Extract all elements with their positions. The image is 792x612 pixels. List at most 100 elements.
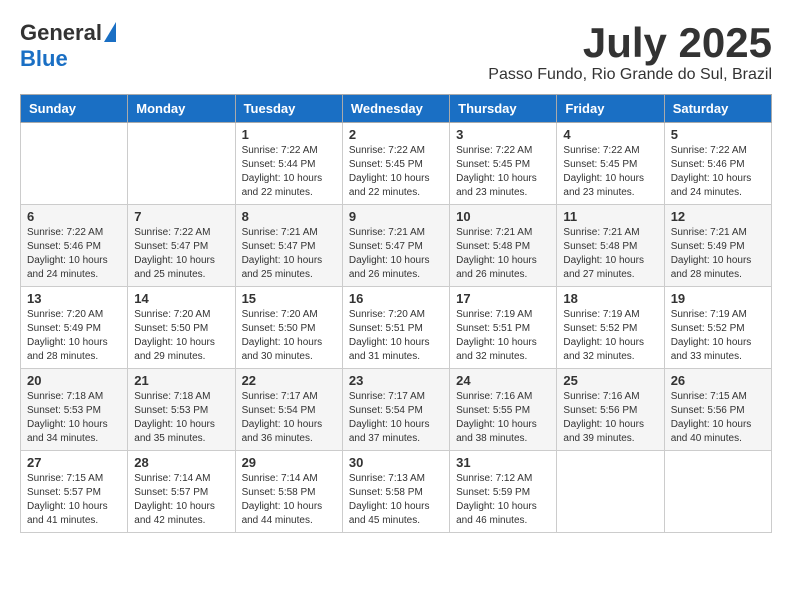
day-number: 20 — [27, 373, 121, 388]
calendar-cell: 10 Sunrise: 7:21 AM Sunset: 5:48 PM Dayli… — [450, 205, 557, 287]
day-info: Sunrise: 7:22 AM Sunset: 5:45 PM Dayligh… — [456, 144, 550, 200]
calendar-cell: 22Sunrise: 7:17 AM Sunset: 5:54 PM Dayli… — [235, 369, 342, 451]
day-number: 27 — [27, 455, 121, 470]
day-info: Sunrise: 7:21 AM Sunset: 5:47 PM Dayligh… — [242, 226, 336, 282]
day-number: 7 — [134, 209, 228, 224]
logo-general: General — [20, 20, 102, 46]
weekday-header-tuesday: Tuesday — [235, 95, 342, 123]
day-info: Sunrise: 7:20 AM Sunset: 5:49 PM Dayligh… — [27, 308, 121, 364]
calendar-week-row: 6 Sunrise: 7:22 AM Sunset: 5:46 PM Daylig… — [21, 205, 772, 287]
day-info: Sunrise: 7:21 AM Sunset: 5:49 PM Dayligh… — [671, 226, 765, 282]
day-number: 6 — [27, 209, 121, 224]
day-info: Sunrise: 7:19 AM Sunset: 5:52 PM Dayligh… — [563, 308, 657, 364]
day-number: 30 — [349, 455, 443, 470]
day-number: 13 — [27, 291, 121, 306]
calendar-cell: 11 Sunrise: 7:21 AM Sunset: 5:48 PM Dayli… — [557, 205, 664, 287]
day-info: Sunrise: 7:22 AM Sunset: 5:46 PM Dayligh… — [671, 144, 765, 200]
day-info: Sunrise: 7:19 AM Sunset: 5:51 PM Dayligh… — [456, 308, 550, 364]
calendar-table: SundayMondayTuesdayWednesdayThursdayFrid… — [20, 94, 772, 533]
page-header: General Blue July 2025 Passo Fundo, Rio … — [20, 20, 772, 84]
calendar-cell: 6 Sunrise: 7:22 AM Sunset: 5:46 PM Daylig… — [21, 205, 128, 287]
day-info: Sunrise: 7:20 AM Sunset: 5:50 PM Dayligh… — [134, 308, 228, 364]
day-info: Sunrise: 7:21 AM Sunset: 5:48 PM Dayligh… — [456, 226, 550, 282]
day-info: Sunrise: 7:20 AM Sunset: 5:50 PM Dayligh… — [242, 308, 336, 364]
day-info: Sunrise: 7:18 AM Sunset: 5:53 PM Dayligh… — [134, 390, 228, 446]
weekday-header-sunday: Sunday — [21, 95, 128, 123]
logo-triangle-icon — [104, 22, 116, 42]
logo-blue: Blue — [20, 46, 68, 72]
day-number: 14 — [134, 291, 228, 306]
day-number: 21 — [134, 373, 228, 388]
calendar-cell: 29Sunrise: 7:14 AM Sunset: 5:58 PM Dayli… — [235, 451, 342, 533]
calendar-cell: 17 Sunrise: 7:19 AM Sunset: 5:51 PM Dayli… — [450, 287, 557, 369]
day-number: 2 — [349, 127, 443, 142]
calendar-cell — [128, 123, 235, 205]
calendar-cell: 16Sunrise: 7:20 AM Sunset: 5:51 PM Dayli… — [342, 287, 449, 369]
calendar-cell: 25 Sunrise: 7:16 AM Sunset: 5:56 PM Dayli… — [557, 369, 664, 451]
day-info: Sunrise: 7:19 AM Sunset: 5:52 PM Dayligh… — [671, 308, 765, 364]
calendar-cell: 19Sunrise: 7:19 AM Sunset: 5:52 PM Dayli… — [664, 287, 771, 369]
calendar-week-row: 1 Sunrise: 7:22 AM Sunset: 5:44 PM Daylig… — [21, 123, 772, 205]
day-number: 28 — [134, 455, 228, 470]
day-info: Sunrise: 7:22 AM Sunset: 5:46 PM Dayligh… — [27, 226, 121, 282]
day-number: 3 — [456, 127, 550, 142]
calendar-cell: 8 Sunrise: 7:21 AM Sunset: 5:47 PM Daylig… — [235, 205, 342, 287]
day-number: 17 — [456, 291, 550, 306]
day-number: 5 — [671, 127, 765, 142]
day-info: Sunrise: 7:22 AM Sunset: 5:44 PM Dayligh… — [242, 144, 336, 200]
calendar-cell: 31 Sunrise: 7:12 AM Sunset: 5:59 PM Dayli… — [450, 451, 557, 533]
calendar-cell: 15Sunrise: 7:20 AM Sunset: 5:50 PM Dayli… — [235, 287, 342, 369]
calendar-week-row: 27Sunrise: 7:15 AM Sunset: 5:57 PM Dayli… — [21, 451, 772, 533]
day-number: 26 — [671, 373, 765, 388]
location-title: Passo Fundo, Rio Grande do Sul, Brazil — [488, 66, 772, 84]
day-info: Sunrise: 7:16 AM Sunset: 5:56 PM Dayligh… — [563, 390, 657, 446]
day-number: 12 — [671, 209, 765, 224]
day-info: Sunrise: 7:21 AM Sunset: 5:48 PM Dayligh… — [563, 226, 657, 282]
weekday-header-saturday: Saturday — [664, 95, 771, 123]
day-info: Sunrise: 7:22 AM Sunset: 5:47 PM Dayligh… — [134, 226, 228, 282]
day-number: 11 — [563, 209, 657, 224]
calendar-cell: 3 Sunrise: 7:22 AM Sunset: 5:45 PM Daylig… — [450, 123, 557, 205]
calendar-cell: 23Sunrise: 7:17 AM Sunset: 5:54 PM Dayli… — [342, 369, 449, 451]
day-number: 31 — [456, 455, 550, 470]
calendar-cell — [21, 123, 128, 205]
calendar-cell: 18 Sunrise: 7:19 AM Sunset: 5:52 PM Dayli… — [557, 287, 664, 369]
day-info: Sunrise: 7:15 AM Sunset: 5:56 PM Dayligh… — [671, 390, 765, 446]
calendar-cell: 12 Sunrise: 7:21 AM Sunset: 5:49 PM Dayli… — [664, 205, 771, 287]
day-info: Sunrise: 7:14 AM Sunset: 5:57 PM Dayligh… — [134, 472, 228, 528]
calendar-header-row: SundayMondayTuesdayWednesdayThursdayFrid… — [21, 95, 772, 123]
day-info: Sunrise: 7:13 AM Sunset: 5:58 PM Dayligh… — [349, 472, 443, 528]
calendar-cell: 27Sunrise: 7:15 AM Sunset: 5:57 PM Dayli… — [21, 451, 128, 533]
day-number: 18 — [563, 291, 657, 306]
day-info: Sunrise: 7:12 AM Sunset: 5:59 PM Dayligh… — [456, 472, 550, 528]
day-info: Sunrise: 7:21 AM Sunset: 5:47 PM Dayligh… — [349, 226, 443, 282]
calendar-cell: 7 Sunrise: 7:22 AM Sunset: 5:47 PM Daylig… — [128, 205, 235, 287]
weekday-header-thursday: Thursday — [450, 95, 557, 123]
calendar-cell: 5 Sunrise: 7:22 AM Sunset: 5:46 PM Daylig… — [664, 123, 771, 205]
day-number: 24 — [456, 373, 550, 388]
calendar-week-row: 20 Sunrise: 7:18 AM Sunset: 5:53 PM Dayli… — [21, 369, 772, 451]
weekday-header-friday: Friday — [557, 95, 664, 123]
calendar-cell: 24Sunrise: 7:16 AM Sunset: 5:55 PM Dayli… — [450, 369, 557, 451]
calendar-cell — [557, 451, 664, 533]
day-info: Sunrise: 7:22 AM Sunset: 5:45 PM Dayligh… — [563, 144, 657, 200]
day-number: 1 — [242, 127, 336, 142]
calendar-cell — [664, 451, 771, 533]
day-info: Sunrise: 7:17 AM Sunset: 5:54 PM Dayligh… — [242, 390, 336, 446]
calendar-cell: 4 Sunrise: 7:22 AM Sunset: 5:45 PM Daylig… — [557, 123, 664, 205]
day-number: 4 — [563, 127, 657, 142]
day-number: 23 — [349, 373, 443, 388]
calendar-cell: 21 Sunrise: 7:18 AM Sunset: 5:53 PM Dayli… — [128, 369, 235, 451]
calendar-cell: 1 Sunrise: 7:22 AM Sunset: 5:44 PM Daylig… — [235, 123, 342, 205]
calendar-cell: 14 Sunrise: 7:20 AM Sunset: 5:50 PM Dayli… — [128, 287, 235, 369]
calendar-week-row: 13 Sunrise: 7:20 AM Sunset: 5:49 PM Dayli… — [21, 287, 772, 369]
calendar-cell: 9Sunrise: 7:21 AM Sunset: 5:47 PM Daylig… — [342, 205, 449, 287]
calendar-cell: 26 Sunrise: 7:15 AM Sunset: 5:56 PM Dayli… — [664, 369, 771, 451]
logo: General Blue — [20, 20, 116, 72]
title-block: July 2025 Passo Fundo, Rio Grande do Sul… — [488, 20, 772, 84]
day-number: 25 — [563, 373, 657, 388]
day-number: 8 — [242, 209, 336, 224]
weekday-header-monday: Monday — [128, 95, 235, 123]
day-number: 16 — [349, 291, 443, 306]
day-number: 10 — [456, 209, 550, 224]
